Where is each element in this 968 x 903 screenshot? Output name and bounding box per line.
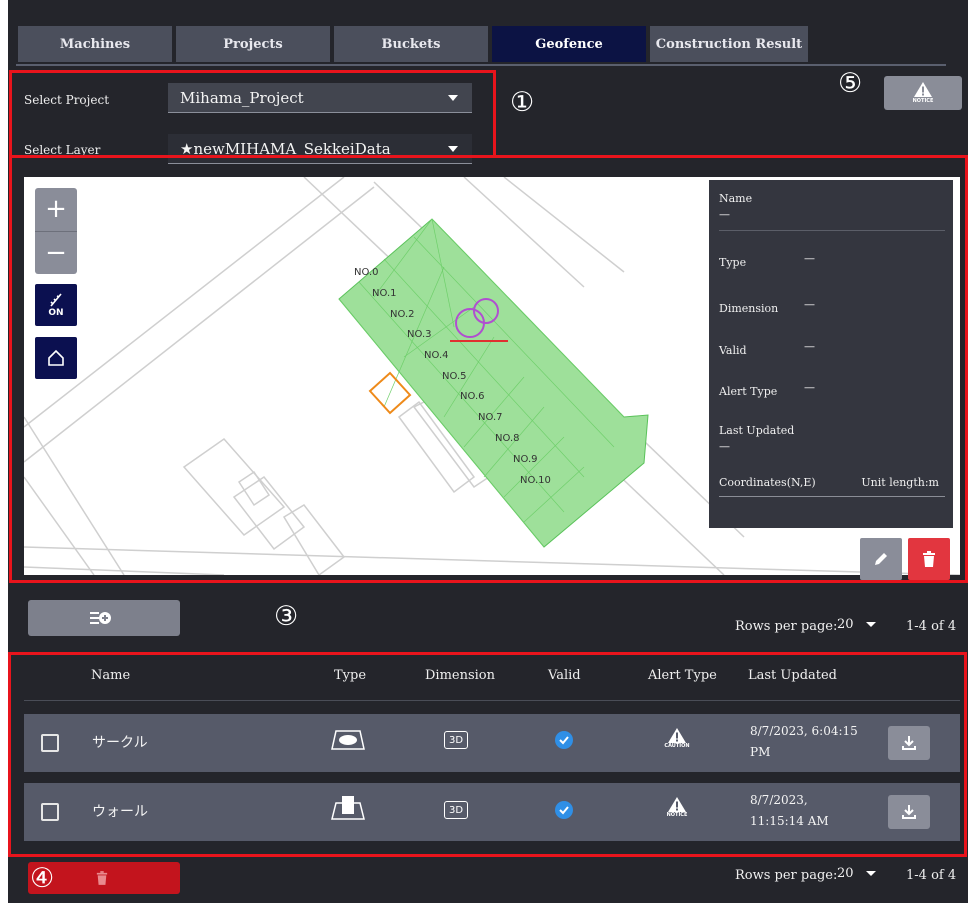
table-row[interactable] — [24, 783, 960, 841]
download-icon — [902, 736, 916, 750]
tab-buckets[interactable]: Buckets — [334, 26, 488, 62]
add-geofence-button[interactable] — [28, 600, 180, 636]
valid-check-icon — [555, 731, 573, 749]
column-header-name[interactable]: Name — [91, 668, 130, 683]
rows-per-page-select[interactable]: 20 — [837, 866, 876, 881]
rows-per-page-value: 20 — [837, 866, 854, 881]
column-header-alert-type[interactable]: Alert Type — [648, 668, 717, 683]
rows-per-page-value: 20 — [837, 617, 854, 632]
tab-bar: Machines Projects Buckets Geofence Const… — [16, 24, 946, 66]
notice-button[interactable]: NOTICE — [884, 76, 962, 110]
highlight-box-map-top — [493, 155, 968, 158]
row-updated-line2: 11:15:14 AM — [750, 814, 829, 828]
annotation-3: ③ — [274, 601, 299, 632]
tab-machines[interactable]: Machines — [18, 26, 172, 62]
warning-icon — [914, 82, 932, 97]
notice-caption: NOTICE — [912, 98, 934, 104]
row-checkbox[interactable] — [41, 803, 59, 821]
column-header-valid[interactable]: Valid — [548, 668, 581, 683]
download-button[interactable] — [888, 795, 930, 829]
row-name: サークル — [92, 735, 148, 751]
table-row[interactable] — [24, 714, 960, 772]
download-button[interactable] — [888, 726, 930, 760]
highlight-box-1 — [9, 70, 496, 158]
tab-projects[interactable]: Projects — [176, 26, 330, 62]
add-list-icon — [90, 612, 111, 624]
pagination-range: 1-4 of 4 — [906, 868, 957, 883]
alert-caption: CAUTION — [664, 743, 690, 749]
column-header-dimension[interactable]: Dimension — [425, 668, 495, 683]
rows-per-page-label: Rows per page: — [735, 868, 838, 883]
circle-type-icon — [331, 730, 365, 750]
tab-construction-result[interactable]: Construction Result — [650, 26, 808, 62]
row-updated-line1: 8/7/2023, — [750, 793, 808, 807]
chevron-down-icon — [865, 871, 876, 876]
rows-per-page-label: Rows per page: — [735, 619, 838, 634]
download-icon — [902, 805, 916, 819]
header-divider — [24, 700, 960, 701]
column-header-type[interactable]: Type — [334, 668, 366, 683]
column-header-last-updated[interactable]: Last Updated — [748, 668, 837, 683]
pagination-range: 1-4 of 4 — [906, 619, 957, 634]
rows-per-page-select[interactable]: 20 — [837, 617, 876, 632]
highlight-box-map — [9, 155, 968, 583]
row-name: ウォール — [92, 804, 148, 820]
wall-type-icon — [331, 796, 365, 820]
alert-type-caution: CAUTION — [662, 728, 692, 749]
tab-geofence[interactable]: Geofence — [492, 26, 646, 62]
dimension-badge: 3D — [444, 731, 468, 749]
trash-icon — [96, 871, 108, 885]
alert-caption: NOTICE — [666, 812, 688, 818]
annotation-4: ④ — [30, 863, 55, 894]
dimension-badge: 3D — [444, 801, 468, 819]
alert-type-notice: NOTICE — [662, 797, 692, 818]
warning-icon — [668, 797, 686, 812]
valid-check-icon — [555, 801, 573, 819]
row-checkbox[interactable] — [41, 734, 59, 752]
annotation-5: ⑤ — [838, 68, 863, 99]
row-updated-line2: PM — [750, 745, 771, 759]
annotation-1: ① — [510, 87, 535, 118]
warning-icon — [668, 728, 686, 743]
chevron-down-icon — [865, 622, 876, 627]
row-updated-line1: 8/7/2023, 6:04:15 — [750, 724, 858, 738]
